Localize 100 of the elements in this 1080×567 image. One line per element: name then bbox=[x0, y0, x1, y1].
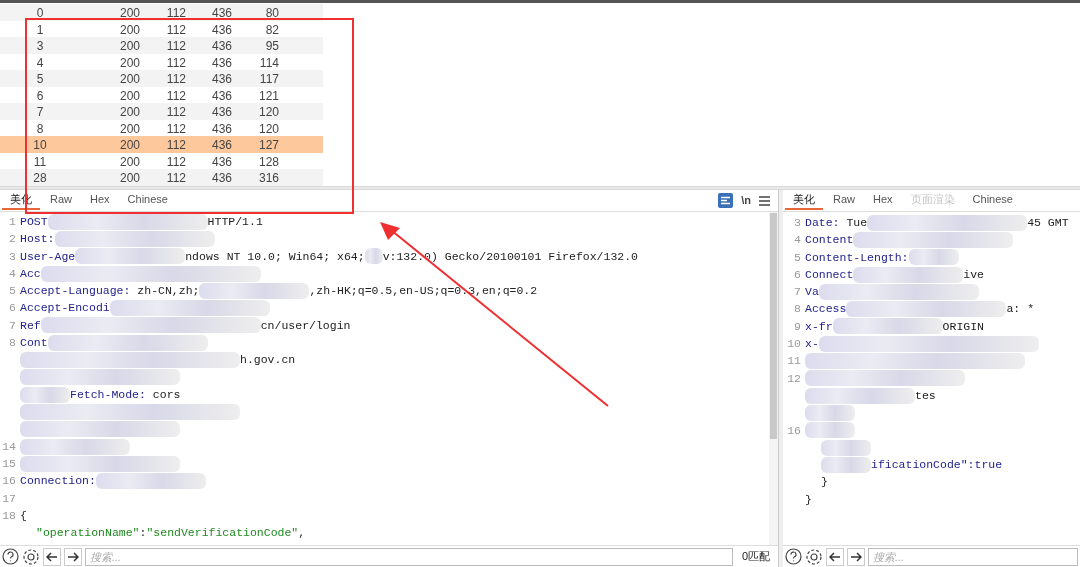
table-cell-text: 7 bbox=[35, 104, 45, 121]
json-punctuation: { bbox=[20, 508, 27, 525]
header-name: Fetch-Mode: bbox=[70, 386, 146, 403]
table-cell-text: 200 bbox=[118, 137, 140, 154]
line-number: 10 bbox=[787, 337, 801, 351]
editor-tab[interactable]: Hex bbox=[82, 191, 118, 210]
table-cell-text: 200 bbox=[118, 71, 140, 88]
forward-button[interactable] bbox=[847, 547, 865, 566]
line-number: 11 bbox=[787, 354, 801, 368]
json-punctuation: } bbox=[805, 491, 812, 508]
pixelated-redaction bbox=[821, 456, 871, 473]
pretty-print-toggle[interactable] bbox=[718, 193, 734, 208]
json-string: "operationName" bbox=[36, 525, 140, 542]
left-arrow-icon bbox=[829, 550, 841, 563]
table-cell-text: 128 bbox=[257, 153, 279, 171]
table-cell-text: 436 bbox=[210, 87, 232, 105]
newline-toggle[interactable]: \n bbox=[741, 192, 751, 209]
header-value: cors bbox=[151, 386, 181, 403]
header-value: zh-CN,zh; bbox=[136, 283, 200, 300]
header-name: ificationCode":true bbox=[871, 457, 1003, 474]
header-name: Connect bbox=[805, 266, 854, 283]
table-cell-text: 112 bbox=[165, 21, 186, 39]
table-row[interactable]: 28 200 112 436 316 bbox=[0, 169, 323, 186]
settings-icon[interactable] bbox=[22, 547, 40, 566]
header-name: Host: bbox=[20, 231, 55, 248]
table-cell-text: 200 bbox=[118, 5, 140, 22]
pixelated-redaction bbox=[821, 439, 871, 456]
editor-tab[interactable]: 美化 bbox=[785, 191, 823, 210]
line-number: 3 bbox=[794, 216, 801, 229]
menu-icon[interactable] bbox=[759, 195, 770, 206]
table-cell-text: 5 bbox=[35, 71, 45, 88]
table-cell-text: 436 bbox=[210, 5, 232, 22]
header-value: HTTP/1.1 bbox=[207, 214, 263, 230]
json-punctuation: , bbox=[298, 525, 306, 542]
table-cell-text: 117 bbox=[258, 71, 279, 88]
line-number: 5 bbox=[794, 250, 801, 264]
table-cell-text: 112 bbox=[165, 137, 186, 154]
help-icon[interactable] bbox=[2, 548, 19, 565]
table-cell-text: 200 bbox=[118, 54, 140, 72]
line-number: 4 bbox=[794, 233, 801, 247]
header-name: Accept-Language: bbox=[20, 283, 131, 300]
line-number: 2 bbox=[9, 232, 16, 246]
pixelated-redaction bbox=[364, 248, 383, 265]
lines-icon bbox=[721, 196, 731, 205]
settings-icon[interactable] bbox=[805, 547, 823, 566]
table-cell-text: 0 bbox=[35, 5, 45, 22]
header-name: Accept-Encodi bbox=[20, 300, 110, 317]
right-arrow-icon bbox=[850, 550, 862, 563]
table-cell-text: 200 bbox=[118, 104, 140, 121]
table-cell-text: 112 bbox=[165, 120, 186, 138]
editor-tab[interactable]: Chinese bbox=[119, 191, 176, 210]
search-field[interactable]: 搜索... bbox=[85, 547, 733, 566]
table-cell-text: 127 bbox=[257, 137, 279, 154]
editor-tab[interactable]: Chinese bbox=[964, 191, 1021, 210]
header-name: Access bbox=[805, 301, 847, 318]
header-name: Ref bbox=[20, 317, 41, 334]
table-row[interactable]: 3 200 112 436 95 bbox=[0, 37, 323, 54]
table-row[interactable]: 10 200 112 436 127 bbox=[0, 136, 323, 153]
table-cell-text: 436 bbox=[210, 120, 232, 138]
table-cell-text: 200 bbox=[118, 87, 140, 105]
search-field[interactable]: 搜索... bbox=[868, 547, 1078, 566]
line-number: 5 bbox=[9, 284, 16, 298]
line-number: 17 bbox=[2, 491, 16, 505]
help-icon[interactable] bbox=[785, 548, 802, 565]
header-name: x- bbox=[805, 336, 819, 353]
header-name: Content-Length: bbox=[805, 249, 909, 266]
editor-tab[interactable]: Hex bbox=[865, 191, 901, 210]
back-button[interactable] bbox=[43, 547, 61, 566]
table-cell-text: 112 bbox=[165, 153, 186, 171]
table-cell-text: 200 bbox=[118, 120, 140, 138]
header-value: cn/user/login bbox=[260, 317, 351, 334]
pixelated-redaction bbox=[805, 422, 855, 439]
editor-tab[interactable]: Raw bbox=[42, 191, 80, 210]
header-name: Acc bbox=[20, 265, 41, 282]
table-cell-text: 10 bbox=[32, 137, 48, 154]
forward-button[interactable] bbox=[64, 547, 82, 566]
table-cell-text: 436 bbox=[210, 71, 232, 88]
scrollbar-thumb[interactable] bbox=[770, 213, 777, 439]
table-cell-text: 436 bbox=[210, 170, 232, 187]
table-cell-text: 112 bbox=[165, 170, 186, 187]
json-punctuation: : bbox=[139, 525, 147, 542]
header-value: tes bbox=[915, 387, 936, 404]
editor-tab[interactable]: Raw bbox=[825, 191, 863, 210]
table-cell-text: 6 bbox=[35, 87, 45, 105]
line-number: 14 bbox=[2, 439, 16, 453]
table-row[interactable]: 5 200 112 436 117 bbox=[0, 70, 323, 87]
header-value: Tue bbox=[845, 215, 868, 231]
back-button[interactable] bbox=[826, 547, 844, 566]
table-cell-text: 11 bbox=[32, 153, 48, 171]
table-cell-text: 28 bbox=[32, 170, 48, 187]
header-name: Va bbox=[805, 284, 819, 301]
table-cell-text: 200 bbox=[118, 21, 140, 39]
header-value: a: * bbox=[1006, 301, 1035, 318]
table-cell-text: 436 bbox=[210, 21, 232, 39]
header-name: POST bbox=[20, 214, 48, 230]
line-number: 1 bbox=[9, 215, 16, 228]
table-cell-text: 8 bbox=[35, 120, 45, 138]
table-cell-text: 112 bbox=[165, 54, 186, 72]
right-arrow-icon bbox=[67, 550, 79, 563]
table-row[interactable]: 7 200 112 436 120 bbox=[0, 103, 323, 120]
